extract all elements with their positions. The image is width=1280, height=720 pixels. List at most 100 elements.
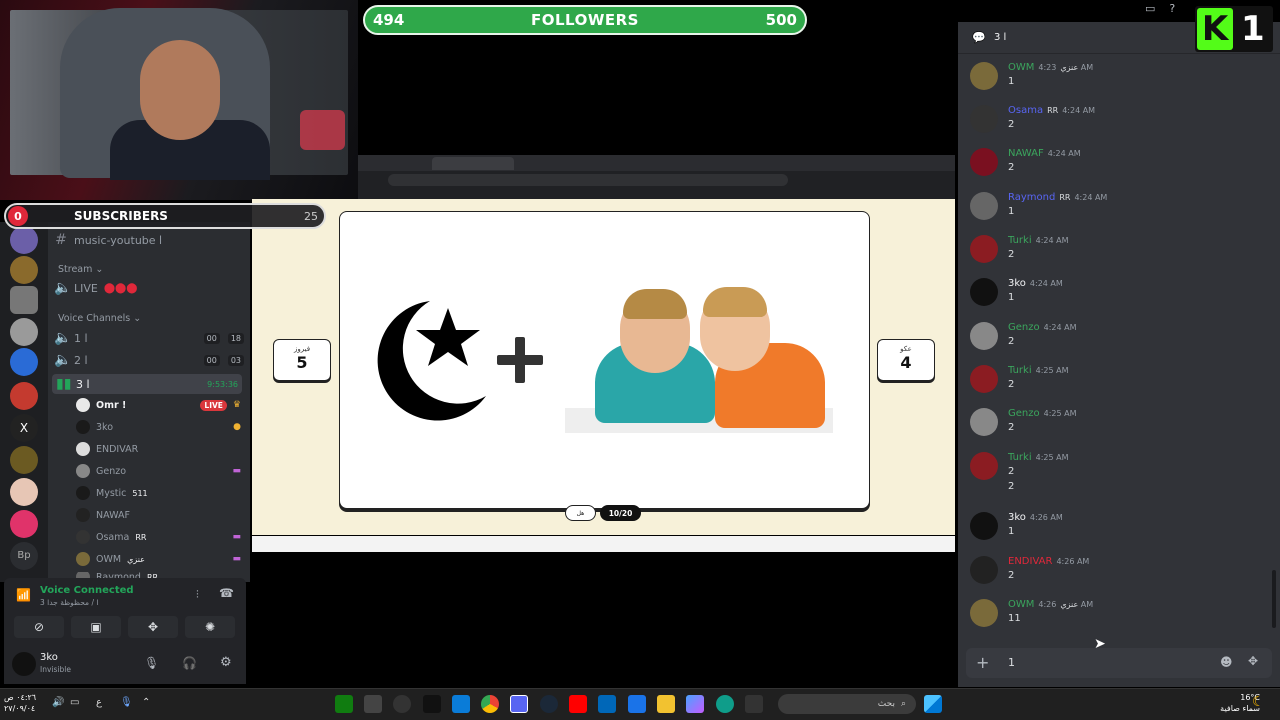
server-icon[interactable] bbox=[10, 510, 38, 538]
message-author[interactable]: Genzo 4:25 AM bbox=[1008, 408, 1077, 419]
app-icon[interactable] bbox=[393, 695, 411, 713]
avatar[interactable] bbox=[970, 278, 998, 306]
message-author[interactable]: Turki 4:25 AM bbox=[1008, 365, 1069, 376]
message-author[interactable]: 3ko 4:24 AM bbox=[1008, 278, 1063, 289]
server-icon[interactable] bbox=[10, 348, 38, 376]
chevron-up-icon[interactable]: ⌃ bbox=[142, 697, 150, 708]
author-name[interactable]: Osama bbox=[1008, 105, 1043, 116]
message-author[interactable]: Turki 4:25 AM bbox=[1008, 452, 1069, 463]
author-name[interactable]: Turki bbox=[1008, 452, 1032, 463]
system-clock[interactable]: ٠٤:٢٦ ص ٢٧/٠٩/٠٤ bbox=[4, 692, 52, 714]
attach-plus-icon[interactable]: + bbox=[976, 653, 989, 672]
voice-user[interactable]: Omr ! LIVE ♛ bbox=[76, 398, 241, 412]
help-icon[interactable]: ? bbox=[1169, 2, 1175, 20]
address-bar[interactable] bbox=[388, 174, 788, 186]
xbox-icon[interactable] bbox=[335, 695, 353, 713]
author-name[interactable]: Raymond bbox=[1008, 192, 1055, 203]
voice-channel-3[interactable]: ▮▮ 3 ا 9:53:36 bbox=[52, 374, 242, 394]
message-author[interactable]: Turki 4:24 AM bbox=[1008, 235, 1069, 246]
app-icon[interactable] bbox=[745, 695, 763, 713]
voice-user[interactable]: OWM عنزي ▬ bbox=[76, 552, 241, 566]
apps-icon[interactable]: ✥ bbox=[1248, 654, 1258, 668]
app-icon[interactable] bbox=[628, 695, 646, 713]
x-server-icon[interactable]: X bbox=[10, 414, 38, 442]
author-name[interactable]: ENDIVAR bbox=[1008, 556, 1052, 567]
channel-live[interactable]: 🔈 LIVE ⬤⬤⬤ bbox=[54, 280, 244, 296]
avatar[interactable] bbox=[970, 192, 998, 220]
avatar[interactable] bbox=[970, 365, 998, 393]
microphone-icon[interactable]: 🎙 bbox=[144, 656, 159, 670]
server-icon[interactable] bbox=[10, 446, 38, 474]
avatar[interactable] bbox=[970, 148, 998, 176]
mic-tray-icon[interactable]: 🎙 bbox=[120, 697, 133, 708]
chrome-icon[interactable] bbox=[481, 695, 499, 713]
epic-games-icon[interactable] bbox=[423, 695, 441, 713]
voice-channel-1[interactable]: 🔈 1 ا 00 18 bbox=[54, 330, 244, 346]
steam-icon[interactable] bbox=[540, 695, 558, 713]
volume-icon[interactable]: 🔊 bbox=[52, 697, 64, 708]
message-author[interactable]: OWM عنزي4:26 AM bbox=[1008, 599, 1093, 610]
avatar[interactable] bbox=[970, 512, 998, 540]
avatar[interactable] bbox=[970, 235, 998, 263]
message-author[interactable]: Raymond RR 4:24 AM bbox=[1008, 192, 1107, 203]
youtube-icon[interactable] bbox=[569, 695, 587, 713]
voice-user[interactable]: ENDIVAR bbox=[76, 442, 241, 456]
category-stream[interactable]: Stream ⌄ bbox=[58, 264, 103, 275]
taskbar-search[interactable]: بحث ⌕ bbox=[778, 694, 916, 714]
voice-channel-2[interactable]: 🔈 2 ا 00 03 bbox=[54, 352, 244, 368]
avatar[interactable] bbox=[970, 556, 998, 584]
server-icon[interactable] bbox=[10, 318, 38, 346]
windows-start-icon[interactable] bbox=[924, 695, 942, 713]
inbox-icon[interactable]: ▭ bbox=[1145, 2, 1155, 20]
category-voice-channels[interactable]: Voice Channels ⌄ bbox=[58, 313, 141, 324]
activities-button[interactable]: ✥ bbox=[128, 616, 178, 638]
author-name[interactable]: OWM bbox=[1008, 599, 1034, 610]
server-icon[interactable] bbox=[10, 286, 38, 314]
avatar[interactable] bbox=[970, 599, 998, 627]
author-name[interactable]: Turki bbox=[1008, 235, 1032, 246]
avatar[interactable] bbox=[970, 105, 998, 133]
network-icon[interactable]: ▭ bbox=[70, 697, 79, 708]
voice-connected-label[interactable]: Voice Connected bbox=[40, 585, 134, 596]
chat-scrollbar[interactable] bbox=[1272, 570, 1276, 628]
message-author[interactable]: Genzo 4:24 AM bbox=[1008, 322, 1077, 333]
browser-tab[interactable] bbox=[432, 157, 514, 170]
message-author[interactable]: Osama RR 4:24 AM bbox=[1008, 105, 1095, 116]
voice-user[interactable]: NAWAF bbox=[76, 508, 241, 522]
voice-user[interactable]: Genzo ▬ bbox=[76, 464, 241, 478]
copilot-icon[interactable] bbox=[686, 695, 704, 713]
voice-user[interactable]: 3ko ● bbox=[76, 420, 241, 434]
store-icon[interactable] bbox=[598, 695, 616, 713]
file-explorer-icon[interactable] bbox=[657, 695, 675, 713]
author-name[interactable]: OWM bbox=[1008, 62, 1034, 73]
edge-icon[interactable] bbox=[716, 695, 734, 713]
hint-button[interactable]: هل bbox=[565, 505, 596, 521]
message-author[interactable]: OWM عنزي4:23 AM bbox=[1008, 62, 1093, 73]
message-author[interactable]: ENDIVAR 4:26 AM bbox=[1008, 556, 1089, 567]
app-icon[interactable] bbox=[364, 695, 382, 713]
avatar[interactable] bbox=[970, 452, 998, 480]
author-name[interactable]: Genzo bbox=[1008, 408, 1040, 419]
settings-gear-icon[interactable]: ⚙ bbox=[220, 655, 232, 670]
author-name[interactable]: 3ko bbox=[1008, 278, 1026, 289]
app-icon[interactable] bbox=[452, 695, 470, 713]
server-icon[interactable] bbox=[10, 478, 38, 506]
noise-suppression-icon[interactable]: ⫶ bbox=[196, 588, 199, 602]
voice-user[interactable]: Osama RR ▬ bbox=[76, 530, 241, 544]
channel-music-youtube[interactable]: # music-youtube ا bbox=[54, 232, 244, 248]
voice-channel-path[interactable]: 3 ا / محظوظة جدا bbox=[40, 598, 98, 607]
server-icon[interactable] bbox=[10, 226, 38, 254]
server-icon[interactable] bbox=[10, 382, 38, 410]
user-name[interactable]: 3ko bbox=[40, 652, 58, 663]
camera-off-button[interactable]: ⊘ bbox=[14, 616, 64, 638]
author-name[interactable]: Genzo bbox=[1008, 322, 1040, 333]
message-input[interactable]: + 1 ☻ ✥ bbox=[966, 648, 1272, 678]
screen-share-button[interactable]: ▣ bbox=[71, 616, 121, 638]
author-name[interactable]: 3ko bbox=[1008, 512, 1026, 523]
message-author[interactable]: NAWAF 4:24 AM bbox=[1008, 148, 1081, 159]
avatar[interactable] bbox=[970, 408, 998, 436]
author-name[interactable]: Turki bbox=[1008, 365, 1032, 376]
avatar[interactable] bbox=[970, 322, 998, 350]
voice-user[interactable]: Mystic 511 bbox=[76, 486, 241, 500]
author-name[interactable]: NAWAF bbox=[1008, 148, 1044, 159]
